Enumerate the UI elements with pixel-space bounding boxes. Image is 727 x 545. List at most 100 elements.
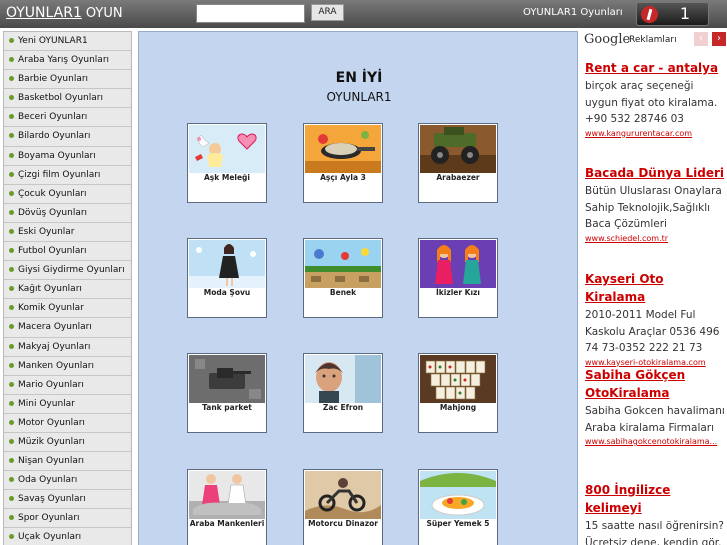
ad-item[interactable]: 800 İngilizce kelimeyi 15 saatte nasıl ö… <box>585 481 725 545</box>
game-tile-zac-efron[interactable]: Zac Efron <box>303 353 383 433</box>
game-tile-label[interactable]: İkizler Kızı <box>419 289 497 297</box>
sidebar-item-dovus[interactable]: Dövüş Oyunları <box>4 204 131 223</box>
bullet-icon <box>9 515 14 521</box>
category-sidebar: Yeni OYUNLAR1 Araba Yarış Oyunları Barbi… <box>3 31 132 545</box>
sidebar-item-label: Komik Oyunlar <box>18 303 84 314</box>
game-tile-label[interactable]: Araba Mankenleri <box>188 520 266 528</box>
sidebar-item-muzik[interactable]: Müzik Oyunları <box>4 433 131 453</box>
chevron-left-icon[interactable]: ‹ <box>694 32 708 46</box>
cupid-thumbnail[interactable] <box>189 125 265 173</box>
sidebar-item-bilardo[interactable]: Bilardo Oyunları <box>4 127 131 147</box>
food-thumbnail[interactable] <box>420 471 496 519</box>
twin-girls-thumbnail[interactable] <box>420 240 496 288</box>
game-tile-label[interactable]: Motorcu Dinazor <box>304 520 382 528</box>
tank-parking-thumbnail[interactable] <box>189 355 265 403</box>
celebrity-thumbnail[interactable] <box>305 355 381 403</box>
motocross-thumbnail[interactable] <box>305 471 381 519</box>
site-games-link[interactable]: OYUNLAR1 Oyunları <box>523 7 623 18</box>
search-input[interactable] <box>196 4 305 23</box>
game-tile-benek[interactable]: Benek <box>303 238 383 318</box>
ad-url[interactable]: www.schiedel.com.tr <box>585 233 725 245</box>
game-tile-label[interactable]: Tank parket <box>188 404 266 412</box>
bullet-icon <box>9 248 14 254</box>
game-tile-araba-mankenleri[interactable]: Araba Mankenleri <box>187 469 267 545</box>
site-logo[interactable]: OYUNLAR1 OYUN <box>6 5 123 21</box>
game-tile-label[interactable]: Moda Şovu <box>188 289 266 297</box>
bullet-icon <box>9 419 14 425</box>
sidebar-item-futbol[interactable]: Futbol Oyunları <box>4 242 131 262</box>
ads-provider-label[interactable]: Reklamları <box>629 35 677 45</box>
game-tile-label[interactable]: Arabaezer <box>419 174 497 182</box>
game-tile-tank-parket[interactable]: Tank parket <box>187 353 267 433</box>
sidebar-item-komik[interactable]: Komik Oyunlar <box>4 299 131 319</box>
search-button[interactable]: ARA <box>311 4 344 21</box>
ad-title[interactable]: Sabiha Gökçen OtoKiralama <box>585 366 725 402</box>
game-tile-moda-sovu[interactable]: Moda Şovu <box>187 238 267 318</box>
game-tile-super-yemek[interactable]: Süper Yemek 5 <box>418 469 498 545</box>
game-tile-ikizler-kizi[interactable]: İkizler Kızı <box>418 238 498 318</box>
ad-item[interactable]: Bacada Dünya Lideri Bütün Uluslarası Ona… <box>585 164 725 245</box>
car-models-thumbnail[interactable] <box>189 471 265 519</box>
monster-truck-thumbnail[interactable] <box>420 125 496 173</box>
ad-item[interactable]: Rent a car - antalya birçok araç seçeneğ… <box>585 59 725 140</box>
sidebar-item-label: Basketbol Oyunları <box>18 93 103 104</box>
game-tile-label[interactable]: Aşk Meleği <box>188 174 266 182</box>
game-tile-asci-ayla[interactable]: Aşçı Ayla 3 <box>303 123 383 203</box>
ad-url[interactable]: www.sabihagokcenotokiralama... <box>585 436 725 448</box>
sidebar-item-eski[interactable]: Eski Oyunlar <box>4 223 131 243</box>
sidebar-item-macera[interactable]: Macera Oyunları <box>4 318 131 338</box>
sidebar-item-mini[interactable]: Mini Oyunlar <box>4 395 131 414</box>
sidebar-item-beceri[interactable]: Beceri Oyunları <box>4 108 131 128</box>
sidebar-item-mario[interactable]: Mario Oyunları <box>4 376 131 395</box>
platformer-thumbnail[interactable] <box>305 240 381 288</box>
sidebar-item-boyama[interactable]: Boyama Oyunları <box>4 147 131 166</box>
game-tile-mahjong[interactable]: Mahjong <box>418 353 498 433</box>
ad-title[interactable]: Kayseri Oto Kiralama <box>585 270 725 306</box>
bullet-icon <box>9 381 14 387</box>
sidebar-item-yeni[interactable]: Yeni OYUNLAR1 <box>4 32 131 52</box>
sidebar-item-savas[interactable]: Savaş Oyunları <box>4 490 131 510</box>
bullet-icon <box>9 76 14 82</box>
game-tile-label[interactable]: Aşçı Ayla 3 <box>304 174 382 182</box>
sidebar-item-barbie[interactable]: Barbie Oyunları <box>4 70 131 90</box>
sidebar-item-motor[interactable]: Motor Oyunları <box>4 414 131 433</box>
sidebar-item-basketbol[interactable]: Basketbol Oyunları <box>4 89 131 109</box>
sidebar-item-cocuk[interactable]: Çocuk Oyunları <box>4 185 131 204</box>
sidebar-item-ucak[interactable]: Uçak Oyunları <box>4 528 131 545</box>
ad-item[interactable]: Sabiha Gökçen OtoKiralama Sabiha Gokcen … <box>585 366 725 448</box>
like-widget[interactable]: 1 <box>636 2 709 26</box>
game-tile-label[interactable]: Zac Efron <box>304 404 382 412</box>
sidebar-item-araba-yaris[interactable]: Araba Yarış Oyunları <box>4 51 131 71</box>
sidebar-item-oda[interactable]: Oda Oyunları <box>4 471 131 491</box>
sidebar-item-cizgi-film[interactable]: Çizgi film Oyunları <box>4 166 131 185</box>
cooking-thumbnail[interactable] <box>305 125 381 173</box>
sidebar-item-label: Yeni OYUNLAR1 <box>18 36 88 46</box>
sidebar-item-giysi[interactable]: Giysi Giydirme Oyunları <box>4 261 131 281</box>
game-tile-label[interactable]: Süper Yemek 5 <box>419 520 497 528</box>
ad-title[interactable]: Bacada Dünya Lideri <box>585 164 725 182</box>
sidebar-item-kagit[interactable]: Kağıt Oyunları <box>4 280 131 300</box>
game-tile-ask-melegi[interactable]: Aşk Meleği <box>187 123 267 203</box>
game-tile-label[interactable]: Benek <box>304 289 382 297</box>
sidebar-item-label: Eski Oyunlar <box>18 226 75 237</box>
ad-description: Sabiha Gokcen havalimanı Araba kiralama … <box>585 405 725 434</box>
ad-description: 2010-2011 Model Ful Kaskolu Araçlar 0536… <box>585 309 720 354</box>
ad-title[interactable]: 800 İngilizce kelimeyi <box>585 481 725 517</box>
mahjong-thumbnail[interactable] <box>420 355 496 403</box>
sidebar-item-spor[interactable]: Spor Oyunları <box>4 509 131 529</box>
ad-url[interactable]: www.kangururentacar.com <box>585 128 725 140</box>
bullet-icon <box>9 133 14 139</box>
google-logo[interactable]: Google <box>584 32 630 47</box>
sidebar-item-label: Spor Oyunları <box>18 513 80 524</box>
ad-item[interactable]: Kayseri Oto Kiralama 2010-2011 Model Ful… <box>585 270 725 369</box>
sidebar-item-makyaj[interactable]: Makyaj Oyunları <box>4 338 131 357</box>
sidebar-item-manken[interactable]: Manken Oyunları <box>4 357 131 376</box>
fashion-show-thumbnail[interactable] <box>189 240 265 288</box>
logo-main-text[interactable]: OYUNLAR1 <box>6 5 82 21</box>
chevron-right-icon[interactable]: › <box>712 32 726 46</box>
game-tile-arabaezer[interactable]: Arabaezer <box>418 123 498 203</box>
game-tile-motorcu-dinazor[interactable]: Motorcu Dinazor <box>303 469 383 545</box>
ad-title[interactable]: Rent a car - antalya <box>585 59 725 77</box>
game-tile-label[interactable]: Mahjong <box>419 404 497 412</box>
sidebar-item-nisan[interactable]: Nişan Oyunları <box>4 452 131 472</box>
